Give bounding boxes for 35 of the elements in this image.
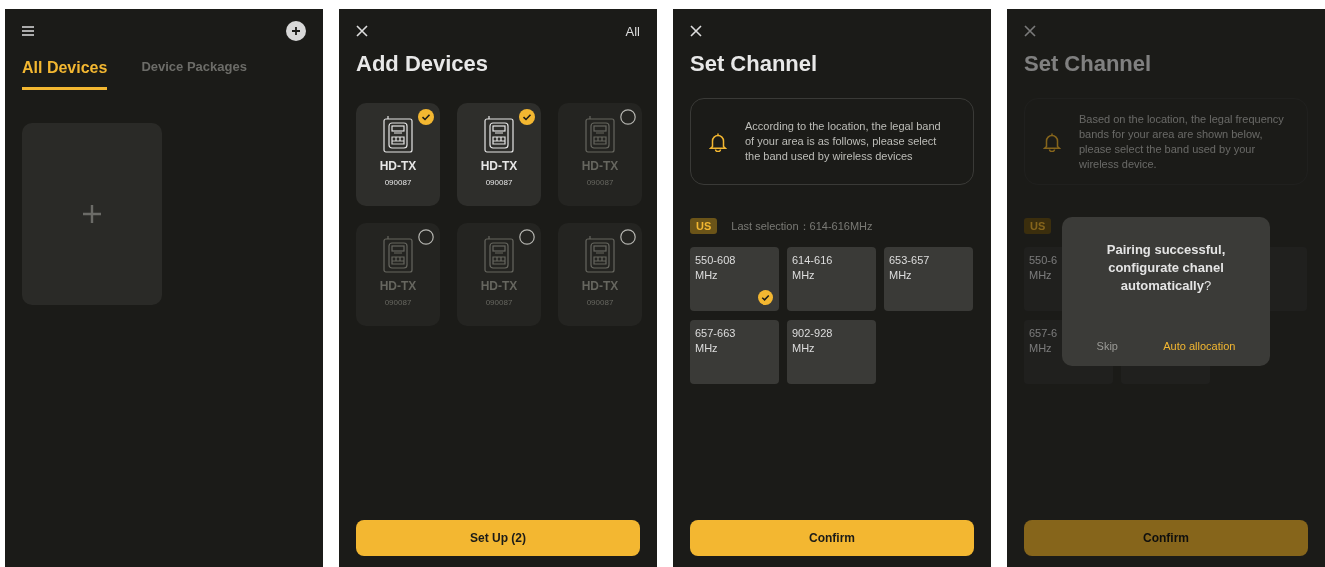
band-range: 657-663 <box>695 326 736 341</box>
page-title: Set Channel <box>690 50 819 78</box>
region-badge: US <box>690 218 718 234</box>
page-title: Add Devices <box>356 50 490 78</box>
band-unit: MHz <box>792 268 815 283</box>
region-badge: US <box>1024 218 1052 234</box>
notice-text: Based on the location, the legal frequency bands for your area are shown below, please select the band used by your wireless device. <box>1079 111 1284 172</box>
band-unit: MHz <box>695 341 718 356</box>
device-serial: 090087 <box>586 178 614 187</box>
band-unit: MHz <box>695 268 718 283</box>
device-name: HD-TX <box>379 159 417 173</box>
notice-text: According to the location, the legal band of your area is as follows, please select the band used by wireless devices <box>745 119 942 164</box>
band-range: 614-616 <box>792 253 833 268</box>
device-name: HD-TX <box>581 159 619 173</box>
device-name: HD-TX <box>581 279 619 293</box>
band-unit: MHz <box>889 268 912 283</box>
device-serial: 090087 <box>384 178 412 187</box>
device-serial: 090087 <box>485 298 513 307</box>
device-serial: 090087 <box>384 298 412 307</box>
device-name: HD-TX <box>480 279 518 293</box>
band-range: 550-6 <box>1029 253 1058 268</box>
device-serial: 090087 <box>485 178 513 187</box>
dialog-message: Pairing successful, configurate chanel automatically? <box>1105 241 1227 295</box>
device-name: HD-TX <box>480 159 518 173</box>
device-name: HD-TX <box>379 279 417 293</box>
device-serial: 090087 <box>586 298 614 307</box>
band-unit: MHz <box>1029 268 1052 283</box>
last-selection-text: Last selection：614-616MHz <box>731 218 873 234</box>
band-unit: MHz <box>792 341 815 356</box>
band-range: 653-657 <box>889 253 930 268</box>
band-range: 657-6 <box>1029 326 1058 341</box>
band-range: 902-928 <box>792 326 833 341</box>
band-unit: MHz <box>1029 341 1052 356</box>
page-title: Set Channel <box>1024 50 1153 78</box>
band-range: 550-608 <box>695 253 736 268</box>
